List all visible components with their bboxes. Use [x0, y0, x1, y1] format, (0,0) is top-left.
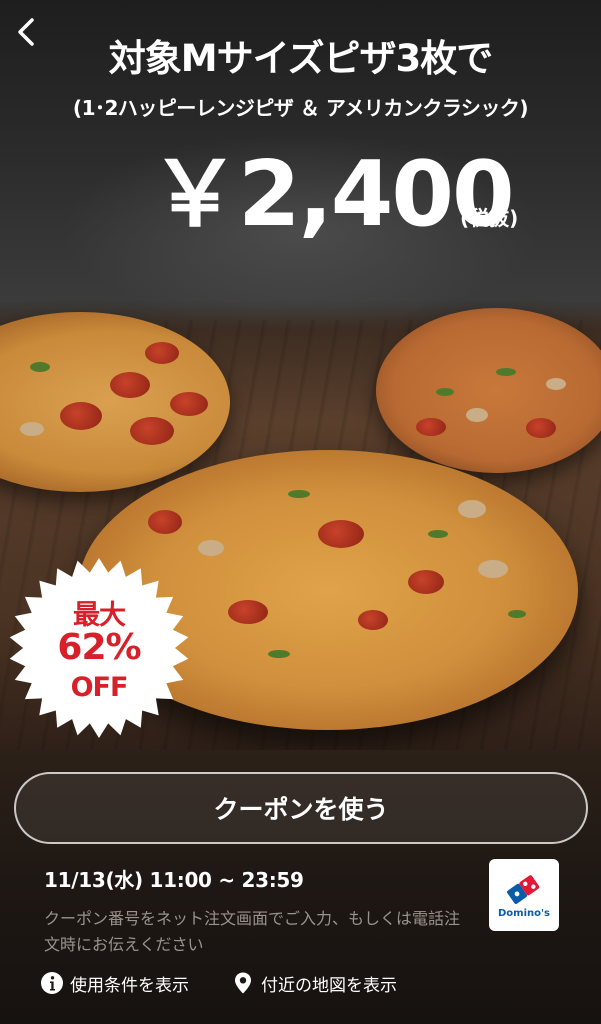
brand-logo: Domino's — [489, 859, 559, 931]
show-map-link[interactable]: 付近の地図を表示 — [231, 971, 397, 996]
brand-name: Domino's — [497, 907, 551, 919]
dominos-logo-icon — [507, 874, 540, 904]
show-conditions-label: 使用条件を表示 — [70, 975, 189, 996]
show-map-label: 付近の地図を表示 — [261, 975, 397, 996]
tax-note: (税抜) — [460, 206, 519, 230]
discount-badge: 最大 62% OFF — [8, 557, 190, 739]
price: ￥2,400 — [150, 142, 515, 247]
pizza-right — [376, 308, 601, 473]
info-icon — [41, 972, 63, 994]
valid-time: 11/13(水) 11:00 ~ 23:59 — [44, 868, 304, 892]
badge-line3: OFF — [70, 672, 129, 703]
badge-line2: 62% — [57, 627, 141, 668]
promo-headline: 対象Mサイズピザ3枚で — [108, 37, 493, 80]
location-pin-icon — [235, 972, 251, 994]
usage-note: クーポン番号をネット注文画面でご入力、もしくは電話注文時にお伝えください — [44, 909, 461, 954]
price-row: ￥2,400 (税抜) — [0, 140, 601, 250]
footer-links: 使用条件を表示 付近の地図を表示 — [40, 968, 580, 998]
coupon-footer: クーポンを使う 11/13(水) 11:00 ~ 23:59 クーポン番号をネッ… — [0, 750, 601, 1024]
promo-subline: (1･2ハッピーレンジピザ ＆ アメリカンクラシック) — [72, 96, 529, 120]
show-conditions-link[interactable]: 使用条件を表示 — [40, 971, 189, 996]
coupon-hero-image: 対象Mサイズピザ3枚で (1･2ハッピーレンジピザ ＆ アメリカンクラシック) … — [0, 0, 601, 750]
use-coupon-button[interactable]: クーポンを使う — [14, 772, 588, 844]
